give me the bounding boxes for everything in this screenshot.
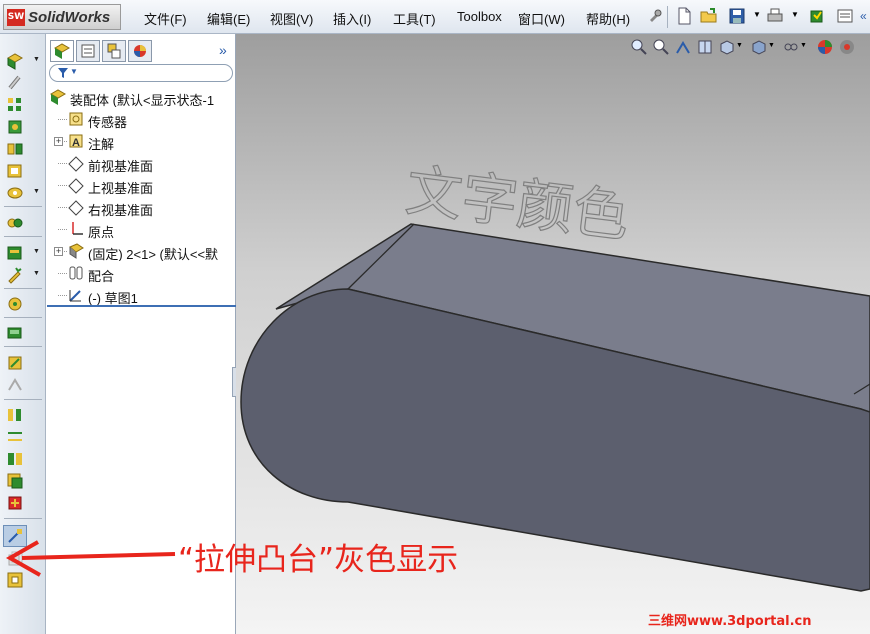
clearance-verification-icon[interactable] [6, 376, 24, 394]
menu-file[interactable]: 文件(F) [144, 9, 187, 28]
tree-item-label: 前视基准面 [88, 159, 154, 173]
origin-icon [72, 222, 83, 235]
tree-item[interactable]: + (固定) 2<1> (默认<<默 [47, 241, 236, 261]
tab-feature-manager[interactable] [50, 40, 74, 62]
configuration-manager-icon [107, 43, 121, 59]
insert-component-dropdown-icon[interactable]: ▼ [33, 56, 40, 63]
performance-evaluation-icon[interactable] [6, 494, 24, 512]
rebuild-icon[interactable] [808, 7, 826, 25]
show-hidden-icon[interactable] [6, 162, 24, 180]
tree-item-label: (-) 草图1 [88, 291, 138, 305]
exploded-view-icon[interactable] [6, 295, 24, 313]
tree-item[interactable]: 原点 [47, 219, 236, 239]
menu-edit[interactable]: 编辑(E) [207, 9, 250, 28]
menu-view[interactable]: 视图(V) [270, 9, 313, 28]
assembly-features-icon[interactable] [6, 184, 24, 202]
measure-icon[interactable] [6, 428, 24, 446]
menu-help[interactable]: 帮助(H) [586, 9, 630, 28]
hole-alignment-icon[interactable] [6, 406, 24, 424]
tree-item-label: 配合 [88, 269, 115, 283]
assembly-features-dropdown-icon[interactable]: ▼ [33, 188, 40, 195]
tree-item-label: 装配体 (默认<显示状态-1 [70, 93, 215, 107]
tree-item-label: 原点 [88, 225, 115, 239]
annotation-label: “拉伸凸台”灰色显示 [178, 542, 459, 578]
tree-expander[interactable]: + [54, 137, 63, 146]
plane-icon [68, 156, 84, 172]
rollback-bar[interactable] [47, 305, 236, 307]
save-dropdown-icon[interactable]: ▼ [753, 10, 761, 19]
print-icon[interactable] [766, 7, 784, 25]
property-manager-icon [81, 44, 95, 58]
panel-tabs: » [47, 40, 236, 62]
insert-component-icon[interactable] [6, 52, 24, 70]
mates-icon [69, 266, 83, 280]
reference-geometry-icon[interactable] [6, 214, 24, 232]
tab-display-manager[interactable] [128, 40, 152, 62]
menu-window[interactable]: 窗口(W) [518, 9, 565, 28]
tree-item[interactable]: 上视基准面 [47, 175, 236, 195]
menu-insert[interactable]: 插入(I) [333, 9, 371, 28]
tree-expander[interactable]: + [54, 247, 63, 256]
options-icon[interactable] [836, 7, 854, 25]
plane-icon [68, 178, 84, 194]
panel-expand-button[interactable]: » [219, 42, 227, 58]
tree-item[interactable]: 传感器 [47, 109, 236, 129]
menu-toolbox[interactable]: Toolbox [457, 9, 502, 24]
print-dropdown-icon[interactable]: ▼ [791, 10, 799, 19]
toolbar-overflow-icon[interactable]: « [860, 9, 867, 23]
motion-study-dropdown-icon[interactable]: ▼ [33, 248, 40, 255]
move-component-icon[interactable] [6, 140, 24, 158]
app-title: SolidWorks [28, 9, 111, 26]
pin-icon[interactable] [646, 7, 664, 25]
filter-box[interactable]: ▼ [49, 64, 233, 82]
tree-item[interactable]: 配合 [47, 263, 236, 283]
feature-manager-icon [53, 43, 71, 59]
tree-item-label: 注解 [88, 137, 115, 151]
tree-item[interactable]: (-) 草图1 [47, 285, 236, 305]
tab-configuration-manager[interactable] [102, 40, 126, 62]
tree-item[interactable]: 前视基准面 [47, 153, 236, 173]
assembly-visualization-icon[interactable] [6, 472, 24, 490]
solidworks-logo-icon: SW [7, 9, 25, 26]
smart-fasteners-icon[interactable] [6, 118, 24, 136]
linear-pattern-icon[interactable] [6, 96, 24, 114]
new-motion-study-icon[interactable] [6, 244, 24, 262]
open-folder-icon[interactable] [700, 7, 718, 25]
assembly-icon [49, 89, 67, 105]
tree-item-label: 上视基准面 [88, 181, 154, 195]
menu-tools[interactable]: 工具(T) [393, 9, 436, 28]
part-icon [69, 243, 84, 259]
tree-item-label: (固定) 2<1> (默认<<默 [88, 247, 219, 261]
sketch-icon [69, 290, 81, 302]
annotation-icon: A [69, 134, 83, 149]
sensor-icon [69, 112, 83, 126]
red-arrow [5, 540, 176, 577]
interference-detection-icon[interactable] [6, 354, 24, 372]
mass-properties-icon[interactable] [6, 450, 24, 468]
save-icon[interactable] [728, 7, 746, 25]
display-manager-icon [134, 45, 146, 57]
tree-item-label: 传感器 [88, 115, 128, 129]
explode-line-sketch-icon[interactable] [6, 324, 24, 342]
menu-bar: SW SolidWorks 文件(F) 编辑(E) 视图(V) 插入(I) 工具… [0, 0, 870, 34]
mate-icon[interactable] [6, 74, 24, 92]
filter-dropdown-icon: ▼ [70, 67, 78, 76]
new-document-icon[interactable] [675, 7, 693, 25]
solidworks-logo[interactable]: SW SolidWorks [3, 4, 121, 30]
tree-item[interactable]: 装配体 (默认<显示状态-1 [47, 87, 236, 107]
tree-item[interactable]: 右视基准面 [47, 197, 236, 217]
tab-property-manager[interactable] [76, 40, 100, 62]
watermark: 三维网www.3dportal.cn [648, 614, 812, 629]
tree-item[interactable]: + A 注解 [47, 131, 236, 151]
svg-text:A: A [72, 137, 80, 149]
plane-icon [68, 200, 84, 216]
bom-dropdown-icon[interactable]: ▼ [33, 270, 40, 277]
filter-icon [58, 68, 68, 78]
bill-of-materials-icon[interactable] [6, 266, 24, 284]
tree-item-label: 右视基准面 [88, 203, 154, 217]
